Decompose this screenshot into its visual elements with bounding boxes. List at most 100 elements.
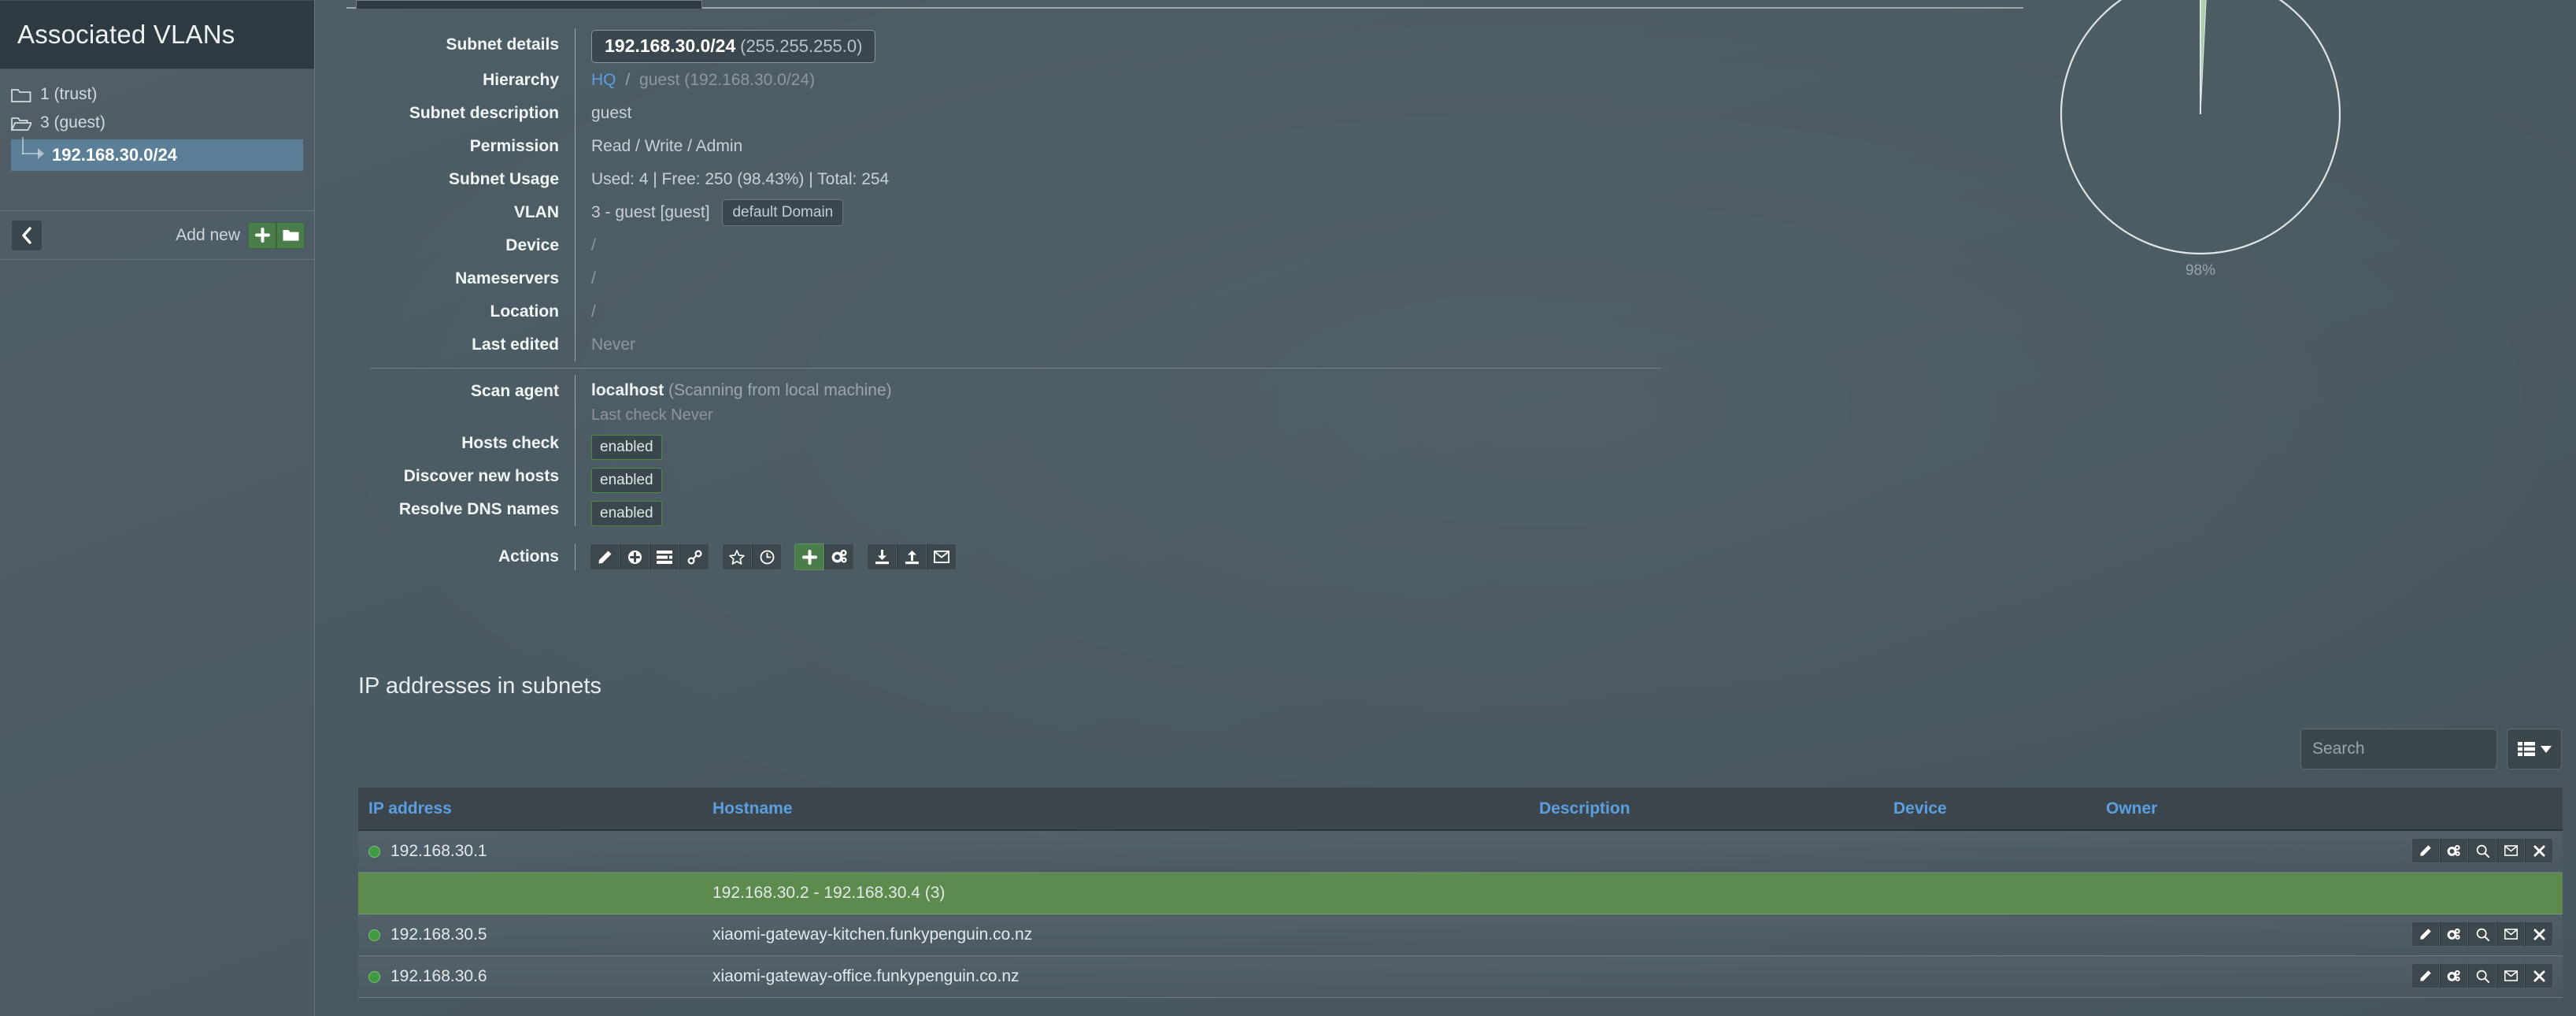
column-header-owner[interactable]: Owner: [2106, 799, 2563, 818]
detail-label: Subnet description: [409, 104, 559, 122]
sidebar-item-vlan-3[interactable]: 3 (guest): [0, 109, 314, 137]
subnet-mask: (255.255.255.0): [740, 36, 863, 56]
detail-label: Last edited: [472, 336, 559, 354]
actions-toolbar: [575, 543, 1779, 570]
table-row[interactable]: 192.168.30.5 xiaomi-gateway-kitchen.funk…: [358, 914, 2563, 956]
table-row-free-range[interactable]: 192.168.30.2 - 192.168.30.4 (3): [358, 873, 2563, 914]
close-icon: [2533, 844, 2545, 857]
table-row[interactable]: 192.168.30.6 xiaomi-gateway-office.funky…: [358, 956, 2563, 998]
view-toggle-button[interactable]: [2507, 729, 2562, 769]
delete-ip-button[interactable]: [2525, 838, 2553, 863]
plus-icon: [801, 549, 817, 565]
permalink-button[interactable]: [679, 543, 709, 570]
sidebar-item-vlan-1[interactable]: 1 (trust): [0, 80, 314, 109]
subnet-badge[interactable]: 192.168.30.0/24 (255.255.255.0): [591, 30, 876, 63]
upload-icon: [905, 550, 919, 564]
subnet-details-panel: Subnet details 192.168.30.0/24 (255.255.…: [370, 28, 1779, 577]
detail-label: Subnet Usage: [448, 170, 559, 188]
email-ip-button[interactable]: [2496, 838, 2525, 863]
sidebar-title: Associated VLANs: [17, 20, 235, 49]
delete-ip-button[interactable]: [2525, 963, 2553, 988]
delete-ip-button[interactable]: [2525, 921, 2553, 947]
ip-address-value: 192.168.30.5: [390, 925, 487, 944]
search-ip-button[interactable]: [2468, 921, 2496, 947]
import-button[interactable]: [867, 543, 897, 570]
column-header-device[interactable]: Device: [1893, 799, 2106, 818]
detail-row-nameservers: Nameservers /: [370, 262, 1779, 295]
favourite-button[interactable]: [722, 543, 752, 570]
download-icon: [875, 549, 889, 564]
pencil-icon: [2420, 970, 2431, 981]
table-header-row: IP address Hostname Description Device O…: [358, 788, 2563, 831]
sidebar-collapse-button[interactable]: [11, 219, 43, 251]
hosts-check-status-badge: enabled: [591, 435, 662, 460]
email-button[interactable]: [927, 543, 957, 570]
detail-row-hosts-check: Hosts check enabled: [370, 427, 1779, 460]
envelope-icon: [2504, 929, 2518, 940]
search-input[interactable]: [2300, 729, 2497, 769]
show-details-button[interactable]: [650, 543, 679, 570]
resolve-dns-status-badge: enabled: [591, 501, 662, 526]
detail-label: Subnet details: [446, 35, 559, 54]
table-row[interactable]: 192.168.30.1: [358, 831, 2563, 873]
scan-button[interactable]: [824, 543, 854, 570]
pencil-icon: [2420, 845, 2431, 856]
search-ip-button[interactable]: [2468, 963, 2496, 988]
edit-subnet-button[interactable]: [590, 543, 620, 570]
envelope-icon: [934, 551, 949, 563]
detail-value-nameservers: /: [575, 262, 1779, 295]
cell-hostname: xiaomi-gateway-office.funkypenguin.co.nz: [712, 967, 1020, 985]
detail-row-location: Location /: [370, 295, 1779, 328]
sidebar-subnet-label: 192.168.30.0/24: [52, 145, 178, 165]
edit-ip-button[interactable]: [2411, 838, 2440, 863]
detail-label: Hosts check: [461, 434, 559, 452]
folder-icon: [283, 230, 298, 241]
detail-row-hierarchy: Hierarchy HQ / guest (192.168.30.0/24): [370, 64, 1779, 97]
detail-label: Resolve DNS names: [398, 500, 559, 518]
detail-value-last-edited: Never: [575, 328, 1779, 362]
add-folder-button[interactable]: [276, 221, 305, 249]
detail-label: Location: [490, 302, 560, 321]
column-header-ip-address[interactable]: IP address: [358, 799, 712, 818]
status-indicator-icon: [368, 845, 380, 858]
scan-agent-name: localhost: [591, 381, 664, 399]
detail-value-resolve-dns: enabled: [575, 493, 1779, 526]
vlan-text[interactable]: 3 - guest [guest]: [591, 203, 710, 221]
edit-ip-button[interactable]: [2411, 963, 2440, 988]
column-header-description[interactable]: Description: [1539, 799, 1893, 818]
scan-ip-button[interactable]: [2440, 963, 2468, 988]
export-button[interactable]: [897, 543, 927, 570]
search-ip-button[interactable]: [2468, 838, 2496, 863]
email-ip-button[interactable]: [2496, 921, 2525, 947]
history-button[interactable]: [752, 543, 782, 570]
discover-status-badge: enabled: [591, 468, 662, 493]
actions-group-create: [794, 543, 854, 570]
detail-row-device: Device /: [370, 229, 1779, 262]
detail-row-scan-agent: Scan agent localhost (Scanning from loca…: [370, 375, 1779, 427]
detail-label: Permission: [469, 137, 559, 155]
edit-ip-button[interactable]: [2411, 921, 2440, 947]
detail-label: Nameservers: [455, 269, 559, 287]
actions-row: Actions: [370, 537, 1779, 577]
detail-row-description: Subnet description guest: [370, 97, 1779, 130]
cell-ip-address: 192.168.30.5: [358, 925, 712, 944]
column-header-hostname[interactable]: Hostname: [712, 799, 1539, 818]
sidebar-item-subnet-192-168-30-0-24[interactable]: 192.168.30.0/24: [11, 137, 303, 171]
hierarchy-root-link[interactable]: HQ: [591, 71, 616, 89]
scan-ip-button[interactable]: [2440, 838, 2468, 863]
detail-value-discover: enabled: [575, 460, 1779, 493]
tab-active[interactable]: [356, 0, 702, 9]
add-subnet-button[interactable]: [248, 221, 276, 249]
scan-agent-note: (Scanning from local machine): [668, 381, 892, 399]
add-ip-button[interactable]: [794, 543, 824, 570]
add-subnet-button[interactable]: [620, 543, 650, 570]
tree-branch-icon: [19, 137, 46, 165]
email-ip-button[interactable]: [2496, 963, 2525, 988]
scan-ip-button[interactable]: [2440, 921, 2468, 947]
actions-label: Actions: [498, 547, 559, 565]
detail-value-scan-agent: localhost (Scanning from local machine) …: [575, 375, 1779, 427]
subnet-cidr: 192.168.30.0/24: [605, 35, 736, 56]
add-new-label: Add new: [176, 225, 240, 244]
detail-label: Scan agent: [470, 382, 559, 400]
envelope-icon: [2504, 845, 2518, 856]
